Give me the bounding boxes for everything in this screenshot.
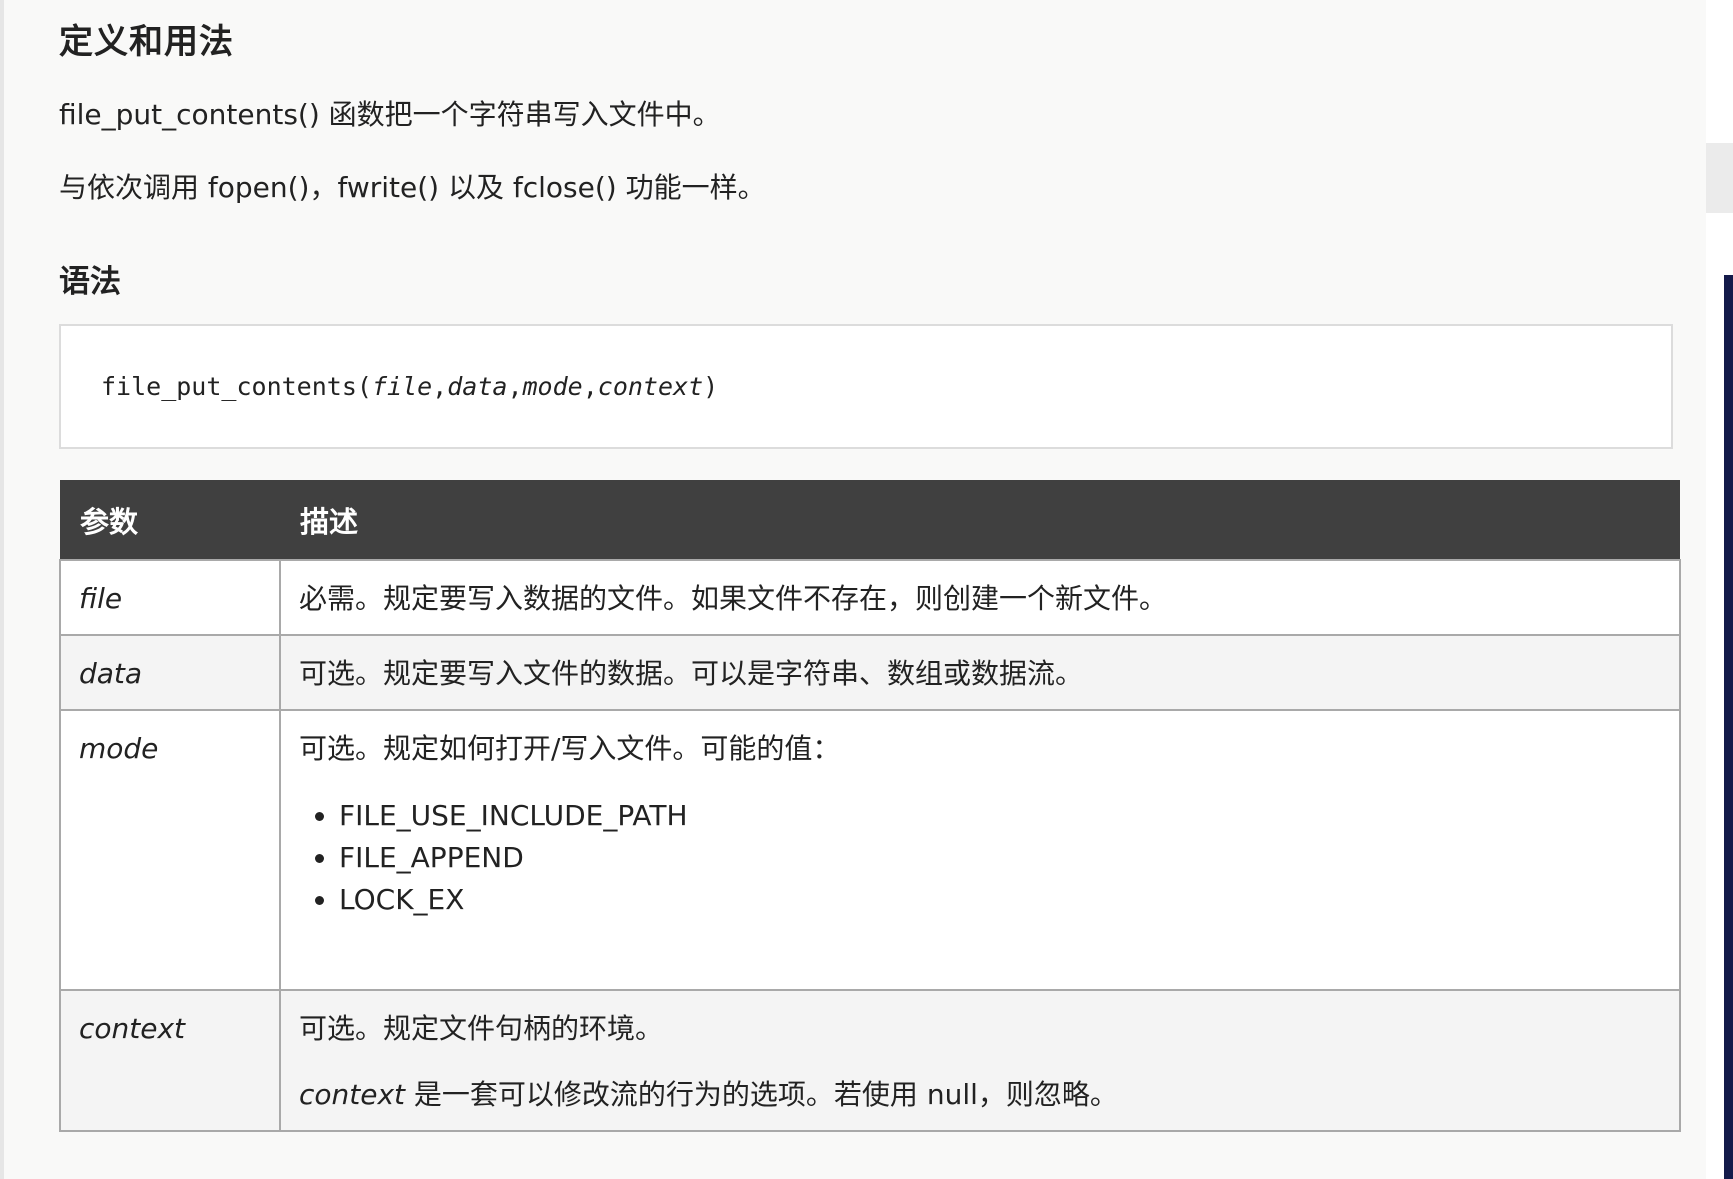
context-note-text: 是一套可以修改流的行为的选项。若使用 null，则忽略。 — [405, 1078, 1118, 1111]
description-text: 可选。规定文件句柄的环境。 — [299, 1012, 664, 1045]
function-name: file_put_contents( — [101, 372, 372, 401]
header-description: 描述 — [280, 480, 1680, 560]
side-panel-edge — [1724, 275, 1733, 1179]
intro-paragraph-1: file_put_contents() 函数把一个字符串写入文件中。 — [59, 98, 721, 131]
param-description: 可选。规定如何打开/写入文件。可能的值： FILE_USE_INCLUDE_PA… — [279, 709, 1681, 991]
syntax-code-line: file_put_contents(file,data,mode,context… — [101, 372, 718, 401]
scrollbar-track[interactable] — [1706, 143, 1733, 213]
param-name: data — [59, 634, 281, 711]
param-description: 可选。规定文件句柄的环境。 context 是一套可以修改流的行为的选项。若使用… — [279, 989, 1681, 1132]
close-paren: ) — [703, 372, 719, 401]
param-name: context — [59, 989, 281, 1132]
intro-paragraph-2: 与依次调用 fopen()，fwrite() 以及 fclose() 功能一样。 — [59, 171, 766, 204]
arg-separator: , — [432, 372, 448, 401]
list-item: FILE_USE_INCLUDE_PATH — [339, 795, 1661, 837]
param-name: mode — [59, 709, 281, 991]
description-text: 可选。规定要写入文件的数据。可以是字符串、数组或数据流。 — [299, 657, 1084, 690]
table-row: file 必需。规定要写入数据的文件。如果文件不存在，则创建一个新文件。 — [59, 559, 1681, 636]
mode-options-list: FILE_USE_INCLUDE_PATH FILE_APPEND LOCK_E… — [299, 795, 1661, 921]
list-item: LOCK_EX — [339, 879, 1661, 921]
description-text: 必需。规定要写入数据的文件。如果文件不存在，则创建一个新文件。 — [299, 582, 1168, 615]
header-param: 参数 — [60, 480, 280, 560]
context-emphasis: context — [299, 1078, 406, 1111]
param-description: 必需。规定要写入数据的文件。如果文件不存在，则创建一个新文件。 — [279, 559, 1681, 636]
param-name: file — [59, 559, 281, 636]
syntax-heading: 语法 — [59, 264, 121, 300]
arg-mode: mode — [522, 372, 583, 401]
parameters-table: 参数 描述 file 必需。规定要写入数据的文件。如果文件不存在，则创建一个新文… — [59, 480, 1681, 1132]
table-row: mode 可选。规定如何打开/写入文件。可能的值： FILE_USE_INCLU… — [59, 709, 1681, 991]
table-row: context 可选。规定文件句柄的环境。 context 是一套可以修改流的行… — [59, 989, 1681, 1132]
description-text: 可选。规定如何打开/写入文件。可能的值： — [299, 732, 841, 765]
table-header-row: 参数 描述 — [60, 480, 1680, 560]
syntax-code-block: file_put_contents(file,data,mode,context… — [59, 324, 1673, 449]
page-heading: 定义和用法 — [59, 22, 234, 62]
arg-separator: , — [582, 372, 598, 401]
arg-context: context — [597, 372, 704, 401]
param-description: 可选。规定要写入文件的数据。可以是字符串、数组或数据流。 — [279, 634, 1681, 711]
context-note: context 是一套可以修改流的行为的选项。若使用 null，则忽略。 — [299, 1078, 1661, 1111]
arg-file: file — [371, 372, 433, 401]
main-content: 定义和用法 file_put_contents() 函数把一个字符串写入文件中。… — [0, 0, 1706, 1179]
arg-separator: , — [507, 372, 523, 401]
table-row: data 可选。规定要写入文件的数据。可以是字符串、数组或数据流。 — [59, 634, 1681, 711]
list-item: FILE_APPEND — [339, 837, 1661, 879]
arg-data: data — [447, 372, 508, 401]
